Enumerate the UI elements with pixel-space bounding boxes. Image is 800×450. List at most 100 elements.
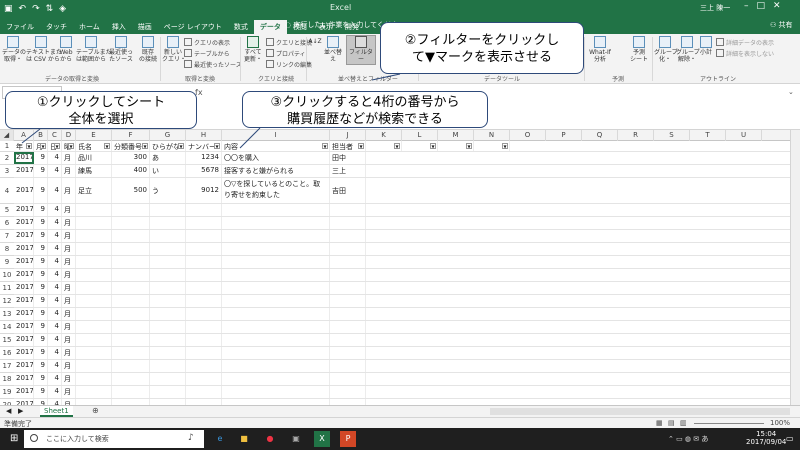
sheet-tab[interactable]: Sheet1 [40, 406, 73, 417]
view-normal-icon[interactable]: ▦ [656, 419, 663, 427]
cell-c[interactable]: 4 [48, 360, 62, 372]
header-cell[interactable]: 月▼ [34, 141, 48, 151]
cell-b[interactable]: 9 [34, 321, 48, 333]
header-cell[interactable]: 年 ▼ [14, 141, 34, 151]
refresh-all-button[interactable]: すべて 更新・ [242, 36, 264, 63]
column-header-M[interactable]: M [438, 130, 474, 141]
cell-e[interactable] [76, 217, 112, 229]
cell-e[interactable] [76, 360, 112, 372]
cell-f[interactable]: 500 [112, 178, 150, 203]
column-header-C[interactable]: C [48, 130, 62, 141]
cell-g[interactable] [150, 243, 186, 255]
cell-i[interactable] [222, 295, 330, 307]
cell-e[interactable] [76, 308, 112, 320]
header-cell[interactable]: 日▼ [48, 141, 62, 151]
cell-g[interactable] [150, 321, 186, 333]
file-explorer-icon[interactable]: ■ [236, 431, 252, 447]
excel-taskbar-icon[interactable]: X [314, 431, 330, 447]
zoom-slider[interactable] [694, 423, 764, 424]
row-header[interactable]: 17 [0, 360, 14, 373]
fill-color-icon[interactable]: ◈ [59, 4, 66, 14]
cell-d[interactable]: 月 [62, 308, 76, 320]
cell-h[interactable]: 1234 [186, 152, 222, 164]
header-cell[interactable]: 担当者 ▼ [330, 141, 366, 151]
cell-g[interactable] [150, 347, 186, 359]
chrome-icon[interactable]: ● [262, 431, 278, 447]
cell-f[interactable]: 300 [112, 152, 150, 164]
cell-b[interactable]: 9 [34, 256, 48, 268]
cell-g[interactable]: あ [150, 152, 186, 164]
cell-h[interactable] [186, 386, 222, 398]
cell-h[interactable] [186, 230, 222, 242]
column-header-R[interactable]: R [618, 130, 654, 141]
windows-start-icon[interactable]: ⊞ [10, 433, 18, 444]
cell-a[interactable]: 2017 [14, 321, 34, 333]
cell-c[interactable]: 4 [48, 165, 62, 177]
cell-i[interactable]: 接客すると嫌がられる [222, 165, 330, 177]
cell-b[interactable]: 9 [34, 360, 48, 372]
cell-j[interactable] [330, 347, 366, 359]
cell-a[interactable]: 2017 [14, 347, 34, 359]
cell-e[interactable]: 足立 [76, 178, 112, 203]
cell-i[interactable] [222, 217, 330, 229]
header-cell[interactable]: ひらがな ▼ [150, 141, 186, 151]
cell-c[interactable]: 4 [48, 243, 62, 255]
row-header[interactable]: 4 [0, 178, 14, 204]
column-header-G[interactable]: G [150, 130, 186, 141]
cell-c[interactable]: 4 [48, 334, 62, 346]
cell-d[interactable]: 月 [62, 373, 76, 385]
cell-h[interactable] [186, 256, 222, 268]
cell-d[interactable]: 月 [62, 243, 76, 255]
cell-h[interactable] [186, 347, 222, 359]
header-cell[interactable]: ▼ [402, 141, 438, 151]
sort-button[interactable]: 並べ替え [322, 36, 344, 63]
cell-c[interactable]: 4 [48, 386, 62, 398]
cell-a[interactable]: 2017 [14, 295, 34, 307]
cell-i[interactable] [222, 373, 330, 385]
sheet-nav-left-icon[interactable]: ◀ [6, 407, 11, 415]
filter-button[interactable]: フィルター [346, 35, 376, 65]
cell-e[interactable] [76, 321, 112, 333]
row-header[interactable]: 14 [0, 321, 14, 334]
properties-button[interactable]: プロパティ [266, 49, 306, 58]
new-query-button[interactable]: 新しい クエリ・ [162, 36, 186, 63]
cell-j[interactable] [330, 373, 366, 385]
from-text-csv-button[interactable]: テキストまた は CSV から [26, 36, 62, 63]
cell-e[interactable]: 品川 [76, 152, 112, 164]
column-header-L[interactable]: L [402, 130, 438, 141]
header-cell[interactable]: 分類番号 ▼ [112, 141, 150, 151]
recent-sources-button[interactable]: 最近使っ たソース [108, 36, 134, 63]
cell-h[interactable] [186, 308, 222, 320]
cell-i[interactable] [222, 321, 330, 333]
cell-e[interactable] [76, 334, 112, 346]
cell-a[interactable]: 2017 [14, 230, 34, 242]
column-header-K[interactable]: K [366, 130, 402, 141]
cell-i[interactable] [222, 282, 330, 294]
close-icon[interactable]: ✕ [773, 1, 781, 11]
expand-formula-bar-icon[interactable]: ⌄ [788, 88, 794, 96]
sheet-nav-right-icon[interactable]: ▶ [18, 407, 23, 415]
cell-e[interactable] [76, 373, 112, 385]
cell-d[interactable]: 月 [62, 321, 76, 333]
row-header[interactable]: 5 [0, 204, 14, 217]
header-cell[interactable]: ▼ [366, 141, 402, 151]
cell-g[interactable] [150, 360, 186, 372]
zoom-level[interactable]: 100% [770, 419, 790, 427]
cell-j[interactable] [330, 282, 366, 294]
cell-b[interactable]: 9 [34, 178, 48, 203]
cell-g[interactable] [150, 386, 186, 398]
column-header-E[interactable]: E [76, 130, 112, 141]
cell-j[interactable]: 田中 [330, 152, 366, 164]
cell-f[interactable]: 400 [112, 165, 150, 177]
tab-0[interactable]: ファイル [0, 20, 40, 34]
cell-c[interactable]: 4 [48, 321, 62, 333]
cell-d[interactable]: 月 [62, 204, 76, 216]
cell-j[interactable] [330, 230, 366, 242]
cell-d[interactable]: 月 [62, 295, 76, 307]
cell-c[interactable]: 4 [48, 282, 62, 294]
column-header-B[interactable]: B [34, 130, 48, 141]
filter-dropdown-icon[interactable]: ▼ [430, 143, 436, 149]
cell-e[interactable] [76, 230, 112, 242]
cell-h[interactable] [186, 217, 222, 229]
minimize-icon[interactable]: – [744, 1, 749, 11]
